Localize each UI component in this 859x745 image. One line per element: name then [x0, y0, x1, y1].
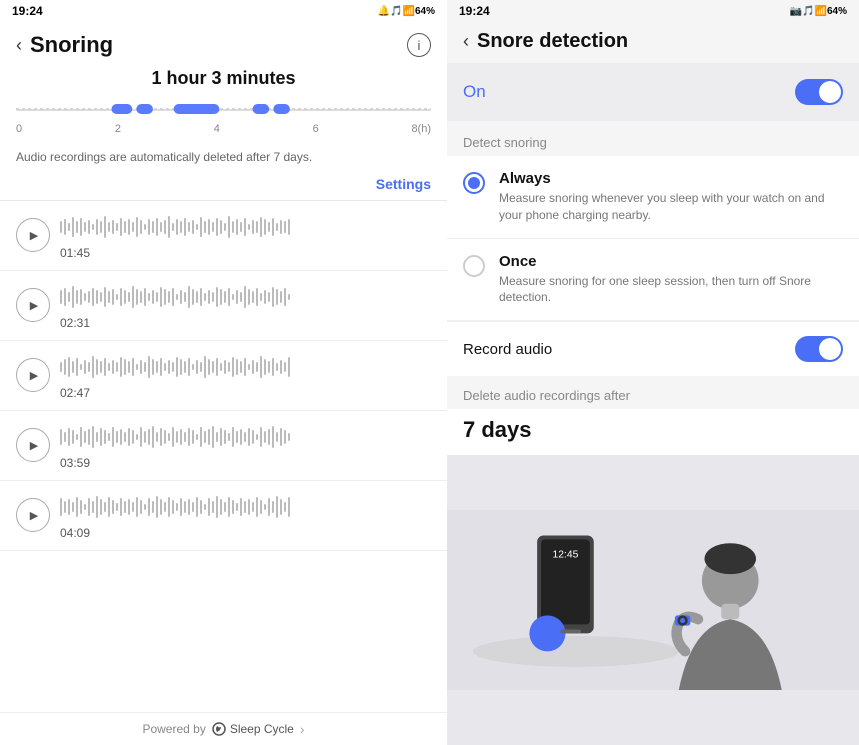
waveform-2 [60, 281, 431, 313]
radio-once[interactable] [463, 255, 485, 277]
header-left: ‹ Snoring i [0, 22, 447, 64]
option-always-title: Always [499, 170, 843, 187]
status-icons-right: 📷🎵📶64% [790, 6, 847, 17]
chevron-right-icon: › [300, 721, 305, 737]
info-icon[interactable]: i [407, 33, 431, 57]
waveform-svg-1 [60, 211, 290, 243]
back-button-right[interactable]: ‹ [463, 31, 469, 52]
timeline-label-4: 4 [214, 123, 220, 135]
recording-content-3: 02:47 [60, 351, 431, 400]
waveform-svg-3 [60, 351, 290, 383]
option-once-title: Once [499, 253, 843, 270]
record-audio-row[interactable]: Record audio [447, 321, 859, 376]
delete-label: Delete audio recordings after [463, 388, 843, 403]
header-left-group: ‹ Snoring [16, 32, 113, 58]
battery-icon-left: 🔔🎵📶64% [378, 6, 435, 17]
sleep-cycle-text: Sleep Cycle [230, 722, 294, 736]
toggle-section[interactable]: On [447, 63, 859, 121]
play-button-4[interactable] [16, 428, 50, 462]
duration-text: 1 hour 3 minutes [0, 64, 447, 97]
record-audio-toggle[interactable] [795, 336, 843, 362]
left-panel: 19:24 🔔🎵📶64% ‹ Snoring i 1 hour 3 minute… [0, 0, 447, 745]
powered-by-text: Powered by [142, 722, 205, 736]
waveform-1 [60, 211, 431, 243]
status-bar-left: 19:24 🔔🎵📶64% [0, 0, 447, 22]
sleep-cycle-icon [212, 722, 226, 736]
timeline-container: 0 2 4 6 8(h) [0, 97, 447, 135]
waveform-svg-4 [60, 421, 290, 453]
timeline-label-0: 0 [16, 123, 22, 135]
waveform-svg-2 [60, 281, 290, 313]
toggle-switch[interactable] [795, 79, 843, 105]
play-button-5[interactable] [16, 498, 50, 532]
recording-content-5: 04:09 [60, 491, 431, 540]
timeline-label-2: 2 [115, 123, 121, 135]
option-once[interactable]: Once Measure snoring for one sleep sessi… [447, 239, 859, 322]
recording-content-4: 03:59 [60, 421, 431, 470]
play-button-2[interactable] [16, 288, 50, 322]
timeline-track [16, 97, 431, 121]
list-item: 02:47 [0, 341, 447, 411]
waveform-5 [60, 491, 431, 523]
recording-content-1: 01:45 [60, 211, 431, 260]
option-always-text: Always Measure snoring whenever you slee… [499, 170, 843, 224]
option-always-desc: Measure snoring whenever you sleep with … [499, 190, 843, 224]
waveform-svg-5 [60, 491, 290, 523]
recording-time-1: 01:45 [60, 246, 431, 260]
list-item: 01:45 [0, 201, 447, 271]
right-panel: 19:24 📷🎵📶64% ‹ Snore detection On Detect… [447, 0, 859, 745]
header-right: ‹ Snore detection [447, 22, 859, 63]
record-audio-label: Record audio [463, 341, 552, 358]
status-bar-right: 19:24 📷🎵📶64% [447, 0, 859, 22]
recording-list: 01:45 02:31 [0, 201, 447, 712]
options-card: Always Measure snoring whenever you slee… [447, 156, 859, 376]
list-item: 02:31 [0, 271, 447, 341]
waveform-3 [60, 351, 431, 383]
time-right: 19:24 [459, 4, 490, 18]
detect-snoring-label: Detect snoring [447, 123, 859, 156]
timeline-labels: 0 2 4 6 8(h) [16, 123, 431, 135]
illustration-svg: 12:45 [447, 455, 859, 745]
status-icons-left: 🔔🎵📶64% [378, 6, 435, 17]
play-button-3[interactable] [16, 358, 50, 392]
back-button-left[interactable]: ‹ [16, 35, 22, 56]
page-title-left: Snoring [30, 32, 113, 58]
radio-always[interactable] [463, 172, 485, 194]
powered-by-bar: Powered by Sleep Cycle › [0, 712, 447, 745]
option-once-text: Once Measure snoring for one sleep sessi… [499, 253, 843, 307]
delete-section: Delete audio recordings after [447, 376, 859, 409]
option-once-desc: Measure snoring for one sleep session, t… [499, 273, 843, 307]
list-item: 03:59 [0, 411, 447, 481]
timeline-svg [16, 97, 431, 121]
list-item: 04:09 [0, 481, 447, 551]
recording-time-4: 03:59 [60, 456, 431, 470]
page-title-right: Snore detection [477, 30, 628, 53]
recording-time-3: 02:47 [60, 386, 431, 400]
toggle-label: On [463, 82, 486, 102]
battery-icon-right: 📷🎵📶64% [790, 6, 847, 17]
recording-time-5: 04:09 [60, 526, 431, 540]
waveform-4 [60, 421, 431, 453]
timeline-label-6: 6 [313, 123, 319, 135]
illustration-container: 12:45 [447, 455, 859, 745]
days-value: 7 days [447, 409, 859, 455]
time-left: 19:24 [12, 4, 43, 18]
recording-time-2: 02:31 [60, 316, 431, 330]
audio-note: Audio recordings are automatically delet… [0, 141, 447, 174]
settings-link[interactable]: Settings [0, 174, 447, 200]
svg-text:12:45: 12:45 [553, 550, 579, 561]
timeline-label-8: 8(h) [411, 123, 431, 135]
play-button-1[interactable] [16, 218, 50, 252]
sleep-cycle-logo: Sleep Cycle [212, 722, 294, 736]
option-always[interactable]: Always Measure snoring whenever you slee… [447, 156, 859, 239]
recording-content-2: 02:31 [60, 281, 431, 330]
